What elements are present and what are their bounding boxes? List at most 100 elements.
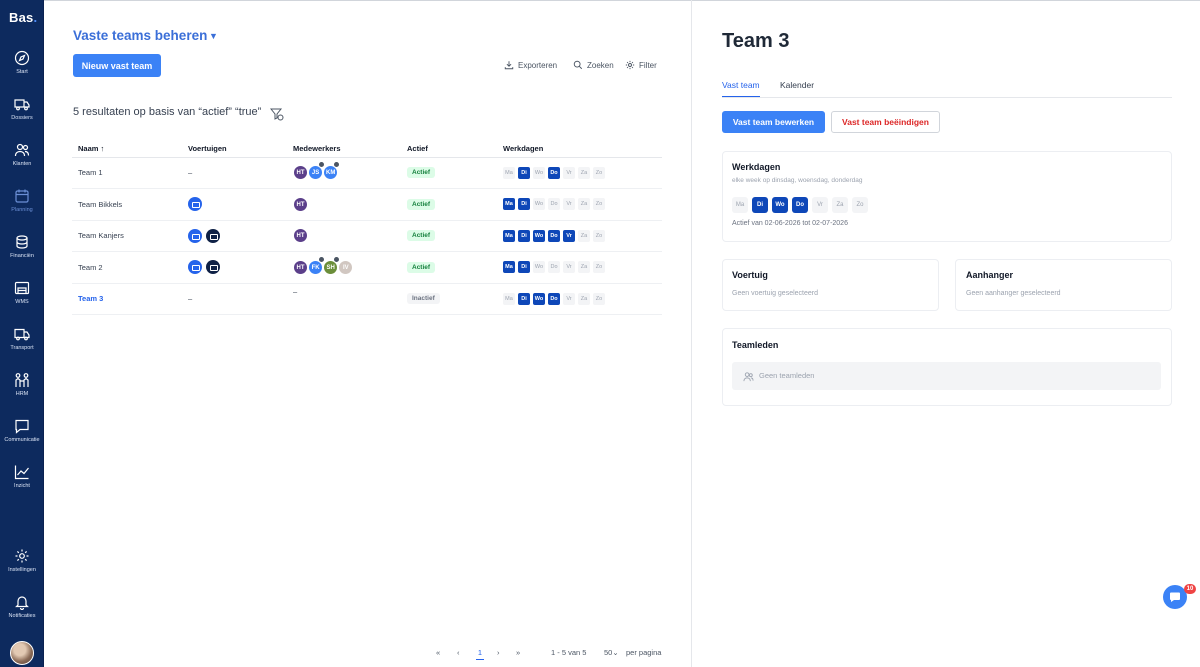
table-row[interactable]: Team 1 – HT JS KM Actief Ma Di Wo Do Vr Za Zo [72,157,662,189]
workdays-cell: Ma Di Wo Do Vr Za Zo [497,251,662,284]
truck-icon [14,99,30,111]
chevron-down-icon[interactable]: ▼ [209,31,218,41]
team-name[interactable]: Team Kanjers [72,220,182,252]
table-row[interactable]: Team Kanjers HT Actief Ma Di Wo Do Vr Za Zo [72,220,662,252]
last-page-button[interactable]: » [516,648,520,657]
logo[interactable]: Bas. [9,10,37,25]
day-chip: Za [578,229,590,242]
transport-icon [14,328,30,341]
sidebar-item-label: Inzicht [14,483,30,489]
column-header-name[interactable]: Naam ↑ [72,141,182,158]
sidebar-item-communicatie[interactable]: Communicatie [0,418,44,458]
column-header-active[interactable]: Actief [401,141,497,158]
sidebar-item-start[interactable]: Start [0,50,44,90]
day-chip: Di [752,197,768,213]
sidebar-item-dossiers[interactable]: Dossiers [0,96,44,136]
download-icon [504,61,514,70]
users-icon [14,143,30,157]
users-icon [743,372,754,382]
day-chip: Wo [533,198,545,211]
app-root: Bas. Start Dossiers Klanten Planning Fin… [0,0,1200,667]
current-page[interactable]: 1 [476,648,484,660]
table-row[interactable]: Team 2 HT FK SH IV Actief Ma Di Wo Do Vr Za Zo [72,251,662,284]
workdays-cell: Ma Di Wo Do Vr Za Zo [497,283,662,315]
avatar: JS [308,161,326,181]
day-chip: Do [548,292,560,305]
team-name[interactable]: Team 2 [72,251,182,284]
column-header-vehicles[interactable]: Voertuigen [182,141,287,158]
filter-button[interactable]: Filter [625,60,657,72]
sidebar-item-label: Notificaties [8,613,36,619]
first-page-button[interactable]: « [436,648,440,657]
team-name[interactable]: Team 1 [72,157,182,189]
team-name[interactable]: Team 3 [72,283,182,315]
truck-icon [188,197,202,212]
status-badge: Actief [407,261,436,273]
sidebar-item-transport[interactable]: Transport [0,326,44,366]
prev-page-button[interactable]: ‹ [457,648,460,657]
tab-kalender[interactable]: Kalender [780,80,814,97]
search-button[interactable]: Zoeken [573,60,614,72]
sidebar-item-notificaties[interactable]: Notificaties [0,594,44,634]
vehicle-card [722,259,939,311]
sidebar-item-hrm[interactable]: HRM [0,372,44,412]
active-range: Actief van 02-06-2026 tot 02-07-2026 [732,220,848,227]
user-avatar[interactable] [10,641,34,665]
export-button[interactable]: Exporteren [504,60,557,72]
teams-list-pane: Vaste teams beheren ▼ Nieuw vast team Ex… [44,0,691,667]
sidebar-item-planning[interactable]: Planning [0,188,44,228]
sidebar-item-financien[interactable]: Financiën [0,234,44,274]
team-name[interactable]: Team Bikkels [72,188,182,221]
employees-cell: – [287,283,401,315]
edit-team-button[interactable]: Vast team bewerken [722,111,825,133]
day-chip: Di [518,261,530,274]
status-badge: Actief [407,167,436,179]
new-team-button[interactable]: Nieuw vast team [73,54,161,77]
workdays-cell: Ma Di Wo Do Vr Za Zo [497,220,662,252]
table-row-selected[interactable]: Team 3 – – Inactief Ma Di Wo Do Vr Za Zo [72,283,662,315]
results-summary: 5 resultaten op basis van “actief” “true… [73,106,262,118]
day-chip: Za [578,198,590,211]
day-chip: Do [548,229,560,242]
day-chip: Zo [593,229,605,242]
sidebar-item-wms[interactable]: WMS [0,280,44,320]
sidebar-item-klanten[interactable]: Klanten [0,142,44,182]
day-chip: Ma [503,166,515,179]
workdays-cell: Ma Di Wo Do Vr Za Zo [497,188,662,221]
tabs-divider [722,97,1172,98]
filter-settings-icon[interactable] [270,107,284,121]
status-cell: Actief [401,251,497,284]
table-row[interactable]: Team Bikkels HT Actief Ma Di Wo Do Vr Za Zo [72,188,662,221]
people-icon [15,373,29,387]
day-chip: Ma [503,261,515,274]
status-cell: Actief [401,157,497,189]
per-page-select[interactable]: 50⌄ [604,648,619,657]
day-chip: Za [578,261,590,274]
tab-vast-team[interactable]: Vast team [722,80,760,97]
vehicles-cell [182,251,287,284]
trailer-icon [206,260,220,275]
next-page-button[interactable]: › [497,648,500,657]
end-team-button[interactable]: Vast team beëindigen [831,111,940,133]
page-title[interactable]: Vaste teams beheren [73,28,207,43]
page-range: 1 - 5 van 5 [551,648,587,657]
day-chip: Za [578,292,590,305]
settings-icon [625,60,635,70]
vehicle-heading: Voertuig [732,270,768,280]
employees-cell: HT [287,220,401,252]
day-chip: Ma [732,197,748,213]
avatar: HT [293,228,308,244]
day-chip: Za [578,166,590,179]
status-cell: Actief [401,220,497,252]
avatar: HT [293,259,308,275]
sidebar-item-label: Financiën [10,253,34,259]
column-header-workdays[interactable]: Werkdagen [497,141,662,158]
sort-ascending-icon[interactable]: ↑ [101,144,105,153]
sidebar-item-instellingen[interactable]: Instellingen [0,548,44,588]
sidebar-item-label: Transport [10,345,34,351]
sidebar-item-label: Instellingen [8,567,36,573]
avatar: IV [338,259,354,275]
sidebar-item-inzicht[interactable]: Inzicht [0,464,44,504]
calendar-icon [15,189,29,203]
column-header-employees[interactable]: Medewerkers [287,141,401,158]
